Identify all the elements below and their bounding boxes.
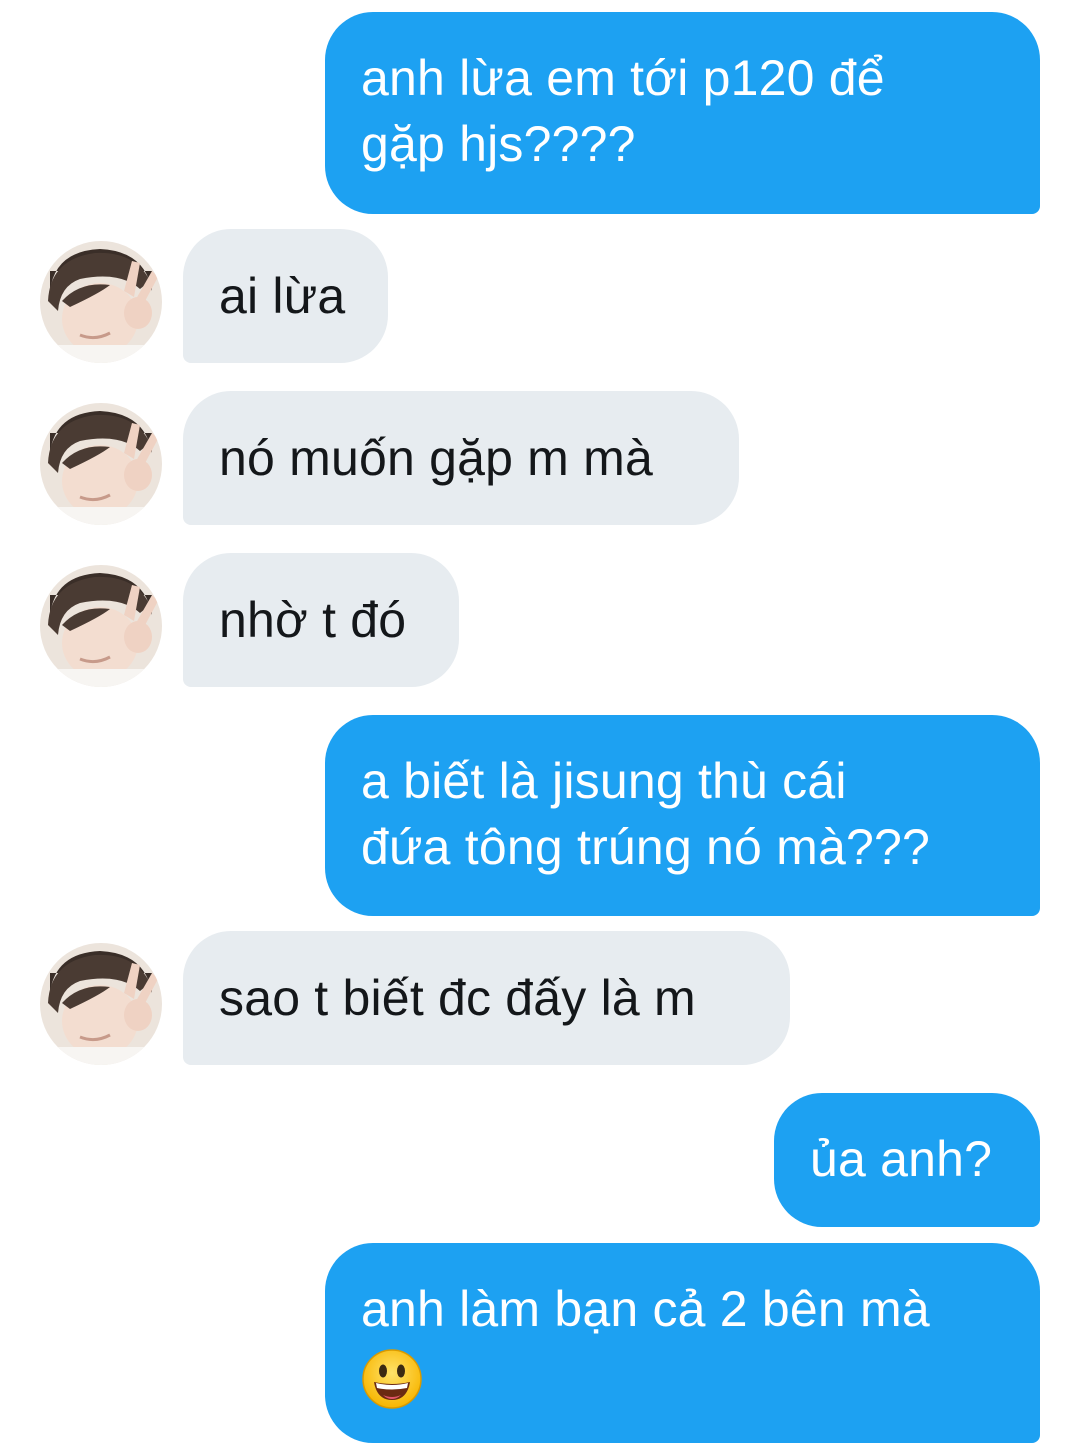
outgoing-message-bubble[interactable]: a biết là jisung thù cái đứa tông trúng … (325, 715, 1040, 916)
outgoing-message-bubble[interactable]: anh lừa em tới p120 để gặp hjs???? (325, 12, 1040, 214)
message-text-line: nó muốn gặp m mà (219, 430, 653, 486)
incoming-message-bubble[interactable]: sao t biết đc đấy là m (183, 931, 790, 1065)
message-text-line: anh làm bạn cả 2 bên mà (361, 1281, 930, 1337)
incoming-message-bubble[interactable]: nhờ t đó (183, 553, 459, 687)
message-text-line: ủa anh? (810, 1131, 993, 1187)
avatar[interactable] (40, 943, 162, 1065)
message-text-line: a biết là jisung thù cái (361, 753, 847, 809)
message-text-line: gặp hjs???? (361, 116, 636, 172)
grinning-face-emoji-icon (361, 1348, 423, 1426)
message-text-line: anh lừa em tới p120 để (361, 50, 885, 106)
outgoing-message-bubble[interactable]: ủa anh? (774, 1093, 1040, 1227)
message-text-line: ai lừa (219, 268, 346, 324)
incoming-message-bubble[interactable]: ai lừa (183, 229, 388, 363)
outgoing-message-bubble[interactable]: anh làm bạn cả 2 bên mà (325, 1243, 1040, 1443)
avatar[interactable] (40, 241, 162, 363)
message-text-line: sao t biết đc đấy là m (219, 970, 696, 1026)
avatar[interactable] (40, 565, 162, 687)
avatar[interactable] (40, 403, 162, 525)
incoming-message-bubble[interactable]: nó muốn gặp m mà (183, 391, 739, 525)
message-text-line: đứa tông trúng nó mà??? (361, 819, 931, 875)
message-text-line: nhờ t đó (219, 592, 407, 648)
